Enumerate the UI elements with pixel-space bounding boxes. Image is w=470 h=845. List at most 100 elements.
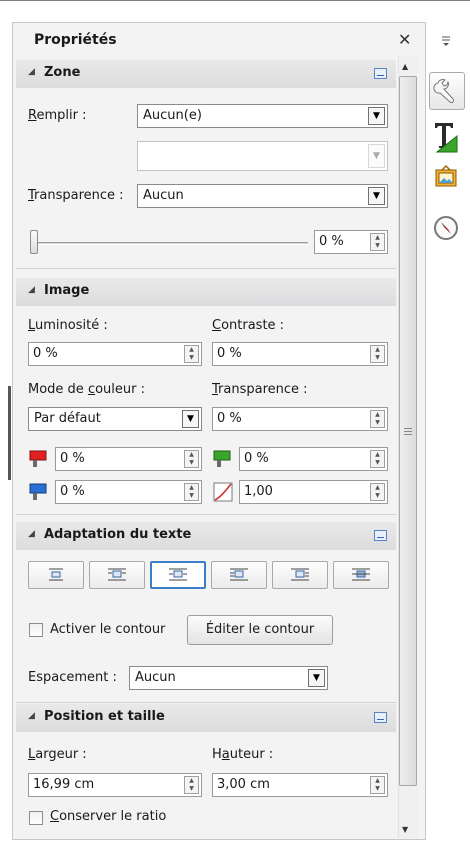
image-transparency-value: 0 % (217, 411, 242, 426)
scroll-grip-line (404, 434, 412, 435)
width-value: 16,99 cm (33, 777, 95, 792)
height-label: Hauteur : (212, 747, 274, 762)
section-header-image[interactable]: ◢ Image (16, 278, 396, 306)
collapse-triangle-icon[interactable]: ◢ (28, 711, 35, 721)
blue-channel-field[interactable]: 0 % ▲ ▼ (55, 480, 202, 504)
transparency-slider-track[interactable] (36, 242, 308, 245)
section-header-zone[interactable]: ◢ Zone (16, 60, 396, 88)
spin-buttons[interactable]: ▲ ▼ (370, 410, 385, 428)
edit-contour-button[interactable]: Éditer le contour (187, 615, 333, 645)
zone-transparency-value: Aucun (143, 188, 184, 203)
transparency-slider-handle[interactable] (30, 230, 38, 254)
red-channel-icon (28, 448, 50, 470)
gamma-value: 1,00 (244, 484, 273, 499)
close-icon[interactable]: ✕ (398, 30, 411, 49)
section-header-position-size[interactable]: ◢ Position et taille (16, 704, 396, 732)
wrench-icon (433, 79, 455, 104)
red-channel-field[interactable]: 0 % ▲ ▼ (55, 447, 202, 471)
more-options-icon[interactable] (374, 530, 387, 541)
wrap-after-button[interactable] (272, 561, 328, 589)
collapse-triangle-icon[interactable]: ◢ (28, 285, 35, 295)
height-value: 3,00 cm (217, 777, 270, 792)
zone-transparency-label: Transparence : (28, 188, 124, 203)
spin-buttons[interactable]: ▲ ▼ (184, 776, 199, 794)
brightness-value: 0 % (33, 346, 58, 361)
spacing-value: Aucun (135, 670, 176, 685)
chevron-down-icon[interactable]: ▼ (368, 187, 385, 205)
spin-buttons[interactable]: ▲ ▼ (370, 233, 385, 251)
spin-buttons[interactable]: ▲ ▼ (370, 776, 385, 794)
window-top-border (0, 0, 470, 1)
wrap-before-button[interactable] (211, 561, 267, 589)
keep-ratio-label: Conserver le ratio (50, 809, 167, 824)
fill-dropdown[interactable]: Aucun(e) ▼ (137, 104, 388, 128)
color-mode-value: Par défaut (34, 411, 101, 426)
resize-grip[interactable] (8, 386, 11, 480)
enable-contour-checkbox[interactable] (29, 623, 43, 637)
section-header-text-wrap[interactable]: ◢ Adaptation du texte (16, 522, 396, 550)
spin-buttons[interactable]: ▲ ▼ (184, 450, 199, 468)
wrap-through-button[interactable] (333, 561, 389, 589)
more-options-icon[interactable] (374, 68, 387, 79)
chevron-down-icon[interactable]: ▼ (308, 669, 325, 687)
image-transparency-field[interactable]: 0 % ▲ ▼ (212, 407, 388, 431)
green-channel-field[interactable]: 0 % ▲ ▼ (239, 447, 388, 471)
deck-menu-icon[interactable] (440, 34, 452, 52)
spin-buttons[interactable]: ▲ ▼ (184, 345, 199, 363)
properties-tab[interactable] (429, 72, 465, 110)
gallery-tab[interactable] (429, 162, 465, 200)
scroll-down-icon[interactable]: ▼ (402, 825, 408, 834)
more-options-icon[interactable] (374, 712, 387, 723)
compass-icon (434, 216, 458, 240)
navigator-tab[interactable] (429, 210, 465, 248)
gamma-curve-icon (212, 481, 234, 503)
fill-dropdown-value: Aucun(e) (143, 108, 202, 123)
wrap-optimal-icon (169, 568, 187, 581)
brightness-field[interactable]: 0 % ▲ ▼ (28, 342, 202, 366)
enable-contour-label: Activer le contour (50, 622, 166, 637)
wrap-none-button[interactable] (28, 561, 84, 589)
spacing-dropdown[interactable]: Aucun ▼ (129, 666, 328, 690)
wrap-parallel-button[interactable] (89, 561, 145, 589)
section-title-image: Image (44, 283, 90, 298)
section-title-zone: Zone (44, 65, 81, 80)
contrast-label: Contraste : (212, 318, 285, 333)
blue-channel-value: 0 % (60, 484, 85, 499)
width-label: Largeur : (28, 747, 87, 762)
gamma-field[interactable]: 1,00 ▲ ▼ (239, 480, 388, 504)
keep-ratio-checkbox[interactable] (29, 811, 43, 825)
styles-tab[interactable] (429, 118, 465, 156)
zone-transparency-dropdown[interactable]: Aucun ▼ (137, 184, 388, 208)
panel-title: Propriétés (34, 32, 117, 48)
chevron-down-icon[interactable]: ▼ (182, 410, 199, 428)
color-mode-label: Mode de couleur : (28, 382, 145, 397)
scroll-up-icon[interactable]: ▲ (402, 62, 408, 71)
width-field[interactable]: 16,99 cm ▲ ▼ (28, 773, 202, 797)
color-mode-dropdown[interactable]: Par défaut ▼ (28, 407, 202, 431)
collapse-triangle-icon[interactable]: ◢ (28, 67, 35, 77)
scroll-grip-line (404, 428, 412, 429)
contrast-field[interactable]: 0 % ▲ ▼ (212, 342, 388, 366)
spin-buttons[interactable]: ▲ ▼ (370, 450, 385, 468)
fill-label: Remplir : (28, 108, 87, 123)
red-channel-value: 0 % (60, 451, 85, 466)
spin-buttons[interactable]: ▲ ▼ (370, 483, 385, 501)
height-field[interactable]: 3,00 cm ▲ ▼ (212, 773, 388, 797)
wrap-none-icon (49, 568, 63, 581)
section-title-text-wrap: Adaptation du texte (44, 527, 192, 542)
zone-transparency-percent-value: 0 % (319, 234, 344, 249)
section-divider (16, 702, 396, 703)
spin-buttons[interactable]: ▲ ▼ (184, 483, 199, 501)
wrap-parallel-icon (108, 568, 126, 581)
spin-buttons[interactable]: ▲ ▼ (370, 345, 385, 363)
green-channel-value: 0 % (244, 451, 269, 466)
scroll-grip-line (404, 431, 412, 432)
chevron-down-icon[interactable]: ▼ (368, 107, 385, 125)
section-divider (16, 268, 396, 269)
zone-transparency-percent-field[interactable]: 0 % ▲ ▼ (314, 230, 388, 254)
collapse-triangle-icon[interactable]: ◢ (28, 529, 35, 539)
chevron-down-icon: ▼ (368, 144, 385, 168)
blue-channel-icon (28, 481, 50, 503)
spacing-label: Espacement : (28, 670, 117, 685)
wrap-optimal-button[interactable] (150, 561, 206, 589)
